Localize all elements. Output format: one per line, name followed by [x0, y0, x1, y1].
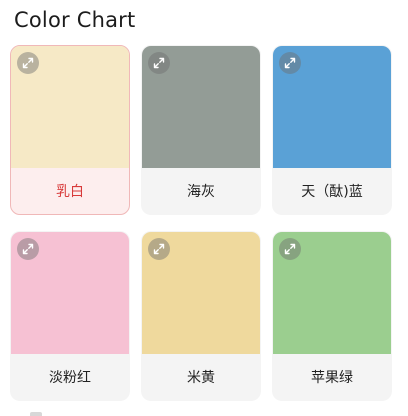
swatch-card-ru-bai[interactable]: 乳白 [10, 45, 130, 215]
expand-icon[interactable] [17, 238, 39, 260]
color-chart-page: Color Chart 乳白 海灰 天（酞)蓝 淡粉红 米黄 苹果绿 [0, 0, 408, 416]
expand-icon[interactable] [279, 238, 301, 260]
swatch-label: 米黄 [187, 370, 215, 386]
swatch-card-ping-guo-lv[interactable]: 苹果绿 [272, 231, 392, 401]
swatch-card-hai-hui[interactable]: 海灰 [141, 45, 261, 215]
expand-icon[interactable] [148, 238, 170, 260]
swatch-card-mi-huang[interactable]: 米黄 [141, 231, 261, 401]
swatch-card-dan-fen-hong[interactable]: 淡粉红 [10, 231, 130, 401]
expand-icon[interactable] [148, 52, 170, 74]
swatch-label: 乳白 [56, 184, 84, 200]
swatch-card-tian-lan[interactable]: 天（酞)蓝 [272, 45, 392, 215]
swatch-label: 海灰 [187, 184, 215, 200]
cropped-next-row-edge [30, 412, 42, 416]
swatch-label: 苹果绿 [311, 370, 353, 386]
page-title: Color Chart [14, 8, 136, 32]
expand-icon[interactable] [279, 52, 301, 74]
swatch-grid: 乳白 海灰 天（酞)蓝 淡粉红 米黄 苹果绿 [10, 45, 394, 401]
swatch-label: 天（酞)蓝 [301, 184, 363, 200]
swatch-label: 淡粉红 [49, 370, 91, 386]
expand-icon[interactable] [17, 52, 39, 74]
